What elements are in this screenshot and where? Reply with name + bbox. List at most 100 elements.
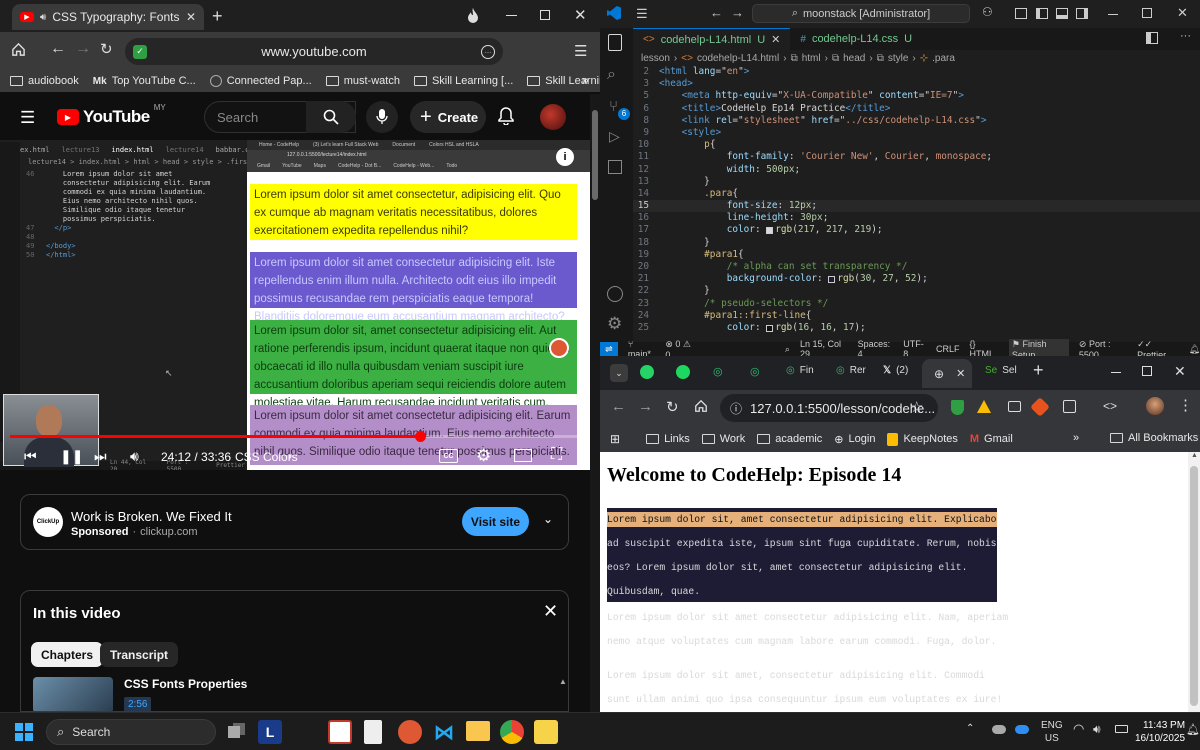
duckduckgo-icon[interactable] [398, 720, 422, 744]
onedrive-icon[interactable] [992, 725, 1006, 734]
tab-codehelp-fin[interactable]: ◎ Fin [786, 365, 814, 376]
tab-chapters[interactable]: Chapters [31, 642, 104, 667]
search-icon[interactable]: ⌕ [607, 66, 616, 84]
close-window-icon[interactable]: ✕ [574, 6, 587, 24]
tray-chevron-icon[interactable]: ⌃ [966, 723, 974, 734]
code-line[interactable]: 20 /* alpha can set transparency */ [633, 261, 1200, 273]
minimize-icon[interactable] [1108, 14, 1118, 15]
code-line[interactable]: 2 <html lang =" en " > [633, 66, 1200, 78]
wifi-icon[interactable]: ◠ [1073, 721, 1084, 737]
close-tab-icon[interactable]: ✕ [956, 367, 965, 380]
code-line[interactable]: 6 <title> CodeHelp Ep14 Practice </title> [633, 103, 1200, 115]
toggle-sidebar-icon[interactable] [1036, 8, 1048, 19]
tab-codehelp-1[interactable]: ◎ [713, 365, 723, 378]
address-bar[interactable]: ✓ www.youtube.com … [125, 38, 503, 65]
volume-icon[interactable]: 🔊︎ [1093, 722, 1101, 737]
code-line[interactable]: 10 p{ [633, 139, 1200, 151]
app-l-icon[interactable]: L [258, 720, 282, 744]
minimize-icon[interactable] [1111, 372, 1121, 373]
captions-icon[interactable]: CC [439, 449, 458, 463]
layout-toggle-icon[interactable] [1015, 8, 1027, 19]
code-line[interactable]: 17 color: rgb(217, 217, 219); [633, 224, 1200, 236]
tab-codehelp-rer[interactable]: ◎ Rer [836, 365, 866, 376]
maximize-icon[interactable] [1142, 366, 1152, 376]
explorer-icon[interactable] [608, 34, 622, 51]
bookmark-folder[interactable]: Mk Top YouTube C... [93, 75, 196, 87]
sticky-notes-icon[interactable] [534, 720, 558, 744]
extension-camera-icon[interactable] [1008, 401, 1021, 412]
vscode-taskbar-icon[interactable]: ⋈ [432, 720, 456, 744]
extension-shield-icon[interactable] [951, 400, 964, 415]
toggle-panel-icon[interactable] [1056, 8, 1068, 19]
copilot-icon[interactable]: ⚇ [982, 5, 993, 19]
extension-drive-icon[interactable] [977, 400, 991, 413]
site-info-icon[interactable]: ⓘ [730, 400, 742, 417]
close-window-icon[interactable]: ✕ [1177, 5, 1188, 21]
language-indicator[interactable]: ENG US [1041, 719, 1063, 745]
code-line[interactable]: 15 font-size: 12px; [633, 200, 1200, 213]
more-bookmarks-icon[interactable]: » [582, 73, 589, 87]
taskbar-search[interactable]: ⌕ Search [46, 719, 216, 745]
bookmark-link[interactable]: ⊕ Login [834, 433, 875, 446]
tab-sel[interactable]: Se Sel [985, 365, 1017, 376]
ad-expand-chevron-icon[interactable]: ⌄ [543, 512, 553, 526]
code-line[interactable]: 21 background-color: rgb(30, 27, 52); [633, 273, 1200, 285]
bookmark-folder[interactable]: Links [646, 433, 690, 445]
code-line[interactable]: 25 color: rgb(16, 16, 17); [633, 322, 1200, 334]
home-icon[interactable] [11, 42, 26, 57]
maximize-icon[interactable] [540, 10, 550, 20]
bookmark-link[interactable]: M Gmail [970, 433, 1013, 445]
eol[interactable]: CRLF [936, 344, 960, 354]
page-scrollbar[interactable]: ▲ [1188, 452, 1200, 712]
code-line[interactable]: 14 .para{ [633, 188, 1200, 200]
search-button[interactable] [306, 101, 356, 133]
create-button[interactable]: + Create [410, 101, 486, 133]
hamburger-icon[interactable]: ☰ [20, 108, 35, 128]
bookmark-folder[interactable]: Skill Learning [... [413, 75, 513, 87]
tab-whatsapp[interactable] [640, 365, 654, 379]
code-line[interactable]: 9 <style> [633, 127, 1200, 139]
zoom-icon[interactable]: ⌕ [785, 344, 790, 355]
chapter-scroll-up-icon[interactable]: ▲ [559, 677, 567, 686]
fullscreen-icon[interactable]: ⛶ [551, 446, 562, 464]
tab-codehelp-2[interactable]: ◎ [750, 365, 760, 378]
forward-icon[interactable]: → [75, 40, 91, 58]
bookmark-folder[interactable]: academic [757, 433, 822, 445]
more-bookmarks-icon[interactable]: » [1073, 432, 1079, 444]
accounts-icon[interactable] [607, 286, 623, 302]
notifications-bell-icon[interactable] [498, 107, 514, 125]
menu-icon[interactable]: ☰ [574, 42, 587, 60]
youtube-logo[interactable]: ▶ YouTube MY [57, 103, 166, 127]
code-editor[interactable]: 2 <html lang =" en " >3 <head> 5 <meta http-equ… [633, 66, 1200, 342]
code-line[interactable]: 16 line-height: 30px; [633, 212, 1200, 224]
code-line[interactable]: 23 /* pseudo-selectors */ [633, 298, 1200, 310]
source-control-icon[interactable]: ⑂ [609, 98, 618, 115]
back-icon[interactable]: ← [611, 398, 626, 415]
bookmark-folder[interactable]: must-watch [325, 75, 400, 87]
chapter-thumbnail[interactable] [33, 677, 113, 711]
back-icon[interactable]: ← [50, 40, 66, 58]
visit-site-button[interactable]: Visit site [462, 507, 529, 536]
close-window-icon[interactable]: ✕ [1174, 363, 1186, 380]
maximize-icon[interactable] [1142, 8, 1152, 18]
video-player[interactable]: ex.html lecture13 index.html lecture14 b… [0, 140, 590, 470]
progress-scrubber[interactable] [415, 431, 427, 442]
code-line[interactable]: 13 } [633, 176, 1200, 188]
close-tab-icon[interactable]: ✕ [186, 10, 196, 24]
next-icon[interactable]: ⏭︎ [94, 448, 107, 465]
file-explorer-icon[interactable] [466, 721, 490, 741]
manage-gear-icon[interactable]: ⚙ [607, 314, 622, 334]
remote-indicator[interactable]: ⇌ [600, 342, 618, 356]
notifications-icon[interactable]: 🔔︎ [1189, 344, 1200, 355]
tab-active-localhost[interactable]: ⊕ ✕ [922, 359, 972, 388]
tab-transcript[interactable]: Transcript [100, 642, 179, 667]
settings-gear-icon[interactable]: ⚙ [476, 446, 491, 466]
run-debug-icon[interactable]: ▷ [609, 128, 620, 145]
pause-icon[interactable]: ❚❚ [60, 448, 83, 465]
previous-icon[interactable]: ⏮︎ [24, 448, 37, 465]
info-icon[interactable]: i [556, 148, 574, 166]
devtools-icon[interactable]: <> [1103, 399, 1117, 413]
more-actions-icon[interactable]: ··· [1180, 30, 1191, 42]
voice-search-button[interactable] [366, 101, 398, 133]
reload-icon[interactable]: ↻ [666, 398, 679, 416]
